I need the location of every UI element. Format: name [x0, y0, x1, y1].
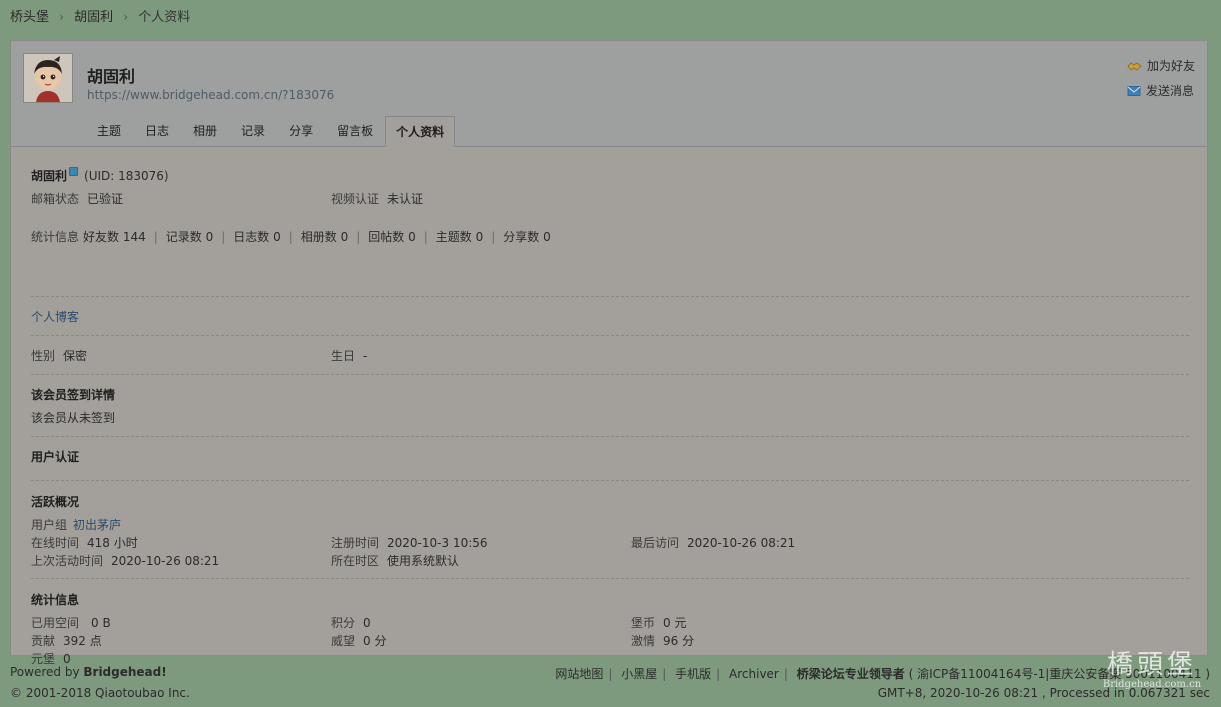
gender-label: 性别 [31, 349, 56, 363]
video-auth-label: 视频认证 [331, 192, 380, 206]
online-time-label: 在线时间 [31, 536, 80, 550]
add-friend-label: 加为好友 [1146, 59, 1195, 73]
profile-body-name: 胡固利 [31, 169, 68, 183]
footer-slogan[interactable]: 桥梁论坛专业领导者 [797, 667, 905, 681]
coins-label: 堡币 [631, 616, 656, 630]
tab-blog[interactable]: 日志 [133, 116, 181, 146]
stats-label: 统计信息 [31, 230, 80, 244]
gender-value: 保密 [63, 349, 88, 363]
breadcrumb-current: 个人资料 [138, 10, 191, 25]
stat-albums[interactable]: 相册数 0 [301, 228, 348, 246]
section-blog: 个人博客 [31, 297, 1189, 336]
last-active-value: 2020-10-26 08:21 [111, 554, 220, 568]
watermark-small: Bridgehead.com.cn [1102, 679, 1202, 690]
section-gender: 性别 保密 生日 - [31, 336, 1189, 375]
stat-replies[interactable]: 回帖数 0 [368, 228, 415, 246]
breadcrumb: 桥头堡 › 胡固利 › 个人资料 [10, 6, 190, 25]
envelope-icon [1127, 85, 1141, 96]
profile-body: 胡固利 (UID: 183076) 邮箱状态 已验证 视频认证 未认证 统计信息 好… [31, 147, 1189, 668]
avatar-image [24, 54, 72, 102]
space-value: 0 B [91, 616, 111, 630]
birthday-value: - [363, 349, 368, 363]
register-time-value: 2020-10-3 10:56 [387, 536, 488, 550]
powered-prefix: Powered by [10, 665, 84, 679]
prestige-label: 威望 [331, 634, 356, 648]
profile-actions: 加为好友 发送消息 [1127, 57, 1195, 107]
breadcrumb-separator: › [59, 10, 64, 24]
yuanbao-value: 0 [63, 652, 71, 666]
tab-share[interactable]: 分享 [277, 116, 325, 146]
section-auth: 用户认证 [31, 437, 1189, 481]
add-friend-button[interactable]: 加为好友 [1127, 57, 1195, 74]
coins-value: 0 元 [663, 616, 687, 630]
tab-profile[interactable]: 个人资料 [385, 116, 456, 147]
stat-threads[interactable]: 主题数 0 [436, 228, 483, 246]
mobile-link[interactable]: 手机版 [675, 667, 711, 681]
email-status-value: 已验证 [87, 192, 124, 206]
profile-url[interactable]: https://www.bridgehead.com.cn/?183076 [87, 88, 334, 102]
site-watermark-logo: 橋頭堡 Bridgehead.com.cn [1097, 651, 1207, 701]
powered-by: Powered by Bridgehead! [10, 665, 167, 679]
verified-badge-icon [69, 167, 79, 176]
send-message-button[interactable]: 发送消息 [1127, 82, 1195, 99]
stat-blogs[interactable]: 日志数 0 [233, 228, 280, 246]
archiver-link[interactable]: Archiver [729, 667, 779, 681]
section-basic: 胡固利 (UID: 183076) 邮箱状态 已验证 视频认证 未认证 统计信息 好… [31, 147, 1189, 297]
birthday-label: 生日 [331, 349, 356, 363]
contrib-label: 贡献 [31, 634, 56, 648]
profile-panel: 胡固利 https://www.bridgehead.com.cn/?18307… [10, 40, 1208, 666]
last-active-label: 上次活动时间 [31, 554, 104, 568]
breadcrumb-separator: › [123, 10, 129, 24]
section-stats: 统计信息 已用空间 0 B 积分 0 堡币 0 元 贡献 392 点 威望 0 分 激情 9… [31, 579, 1189, 668]
tab-album[interactable]: 相册 [181, 116, 229, 146]
usergroup-label: 用户组 [31, 518, 68, 532]
contrib-value: 392 点 [63, 634, 102, 648]
stat-shares[interactable]: 分享数 0 [503, 228, 550, 246]
points-value: 0 [363, 616, 371, 630]
profile-name: 胡固利 [87, 67, 136, 86]
powered-brand-link[interactable]: Bridgehead! [83, 665, 166, 679]
profile-uid: (UID: 183076) [84, 169, 169, 183]
register-time-label: 注册时间 [331, 536, 380, 550]
section-signin: 该会员签到详情 该会员从未签到 [31, 375, 1189, 437]
tab-guestbook[interactable]: 留言板 [325, 116, 385, 146]
copyright: © 2001-2018 Qiaotoubao Inc. [10, 686, 190, 700]
auth-title: 用户认证 [31, 450, 80, 464]
last-visit-value: 2020-10-26 08:21 [687, 536, 796, 550]
handshake-icon [1127, 61, 1142, 71]
passion-label: 激情 [631, 634, 656, 648]
timezone-label: 所在时区 [331, 554, 380, 568]
activity-title: 活跃概况 [31, 495, 80, 509]
profile-tabs: 主题 日志 相册 记录 分享 留言板 个人资料 [85, 116, 456, 147]
usergroup-link[interactable]: 初出茅庐 [73, 516, 121, 534]
stats2-title: 统计信息 [31, 593, 80, 607]
tab-records[interactable]: 记录 [229, 116, 277, 146]
stat-friends[interactable]: 好友数 144 [83, 228, 146, 246]
watermark-big: 橋頭堡 [1106, 650, 1197, 680]
sitemap-link[interactable]: 网站地图 [555, 667, 603, 681]
section-activity: 活跃概况 用户组 初出茅庐 在线时间 418 小时 注册时间 2020-10-3 1… [31, 481, 1189, 579]
prestige-value: 0 分 [363, 634, 387, 648]
signin-title: 该会员签到详情 [31, 388, 116, 402]
email-status-label: 邮箱状态 [31, 192, 80, 206]
passion-value: 96 分 [663, 634, 695, 648]
signin-text: 该会员从未签到 [31, 411, 116, 425]
stat-records[interactable]: 记录数 0 [166, 228, 213, 246]
tab-threads[interactable]: 主题 [85, 116, 133, 146]
last-visit-label: 最后访问 [631, 536, 680, 550]
breadcrumb-home[interactable]: 桥头堡 [10, 10, 49, 25]
blackroom-link[interactable]: 小黑屋 [621, 667, 657, 681]
breadcrumb-user[interactable]: 胡固利 [74, 10, 113, 25]
yuanbao-label: 元堡 [31, 652, 56, 666]
online-time-value: 418 小时 [87, 536, 138, 550]
profile-header: 胡固利 https://www.bridgehead.com.cn/?18307… [11, 41, 1207, 147]
personal-blog-link[interactable]: 个人博客 [31, 310, 79, 324]
video-auth-value: 未认证 [387, 192, 424, 206]
avatar[interactable] [23, 53, 73, 103]
timezone-value: 使用系统默认 [387, 554, 460, 568]
send-message-label: 发送消息 [1145, 84, 1194, 98]
stats-summary: 统计信息 好友数 144 | 记录数 0 | 日志数 0 | 相册数 0 | 回帖数 0… [31, 228, 551, 246]
points-label: 积分 [331, 616, 356, 630]
space-label: 已用空间 [31, 616, 80, 630]
